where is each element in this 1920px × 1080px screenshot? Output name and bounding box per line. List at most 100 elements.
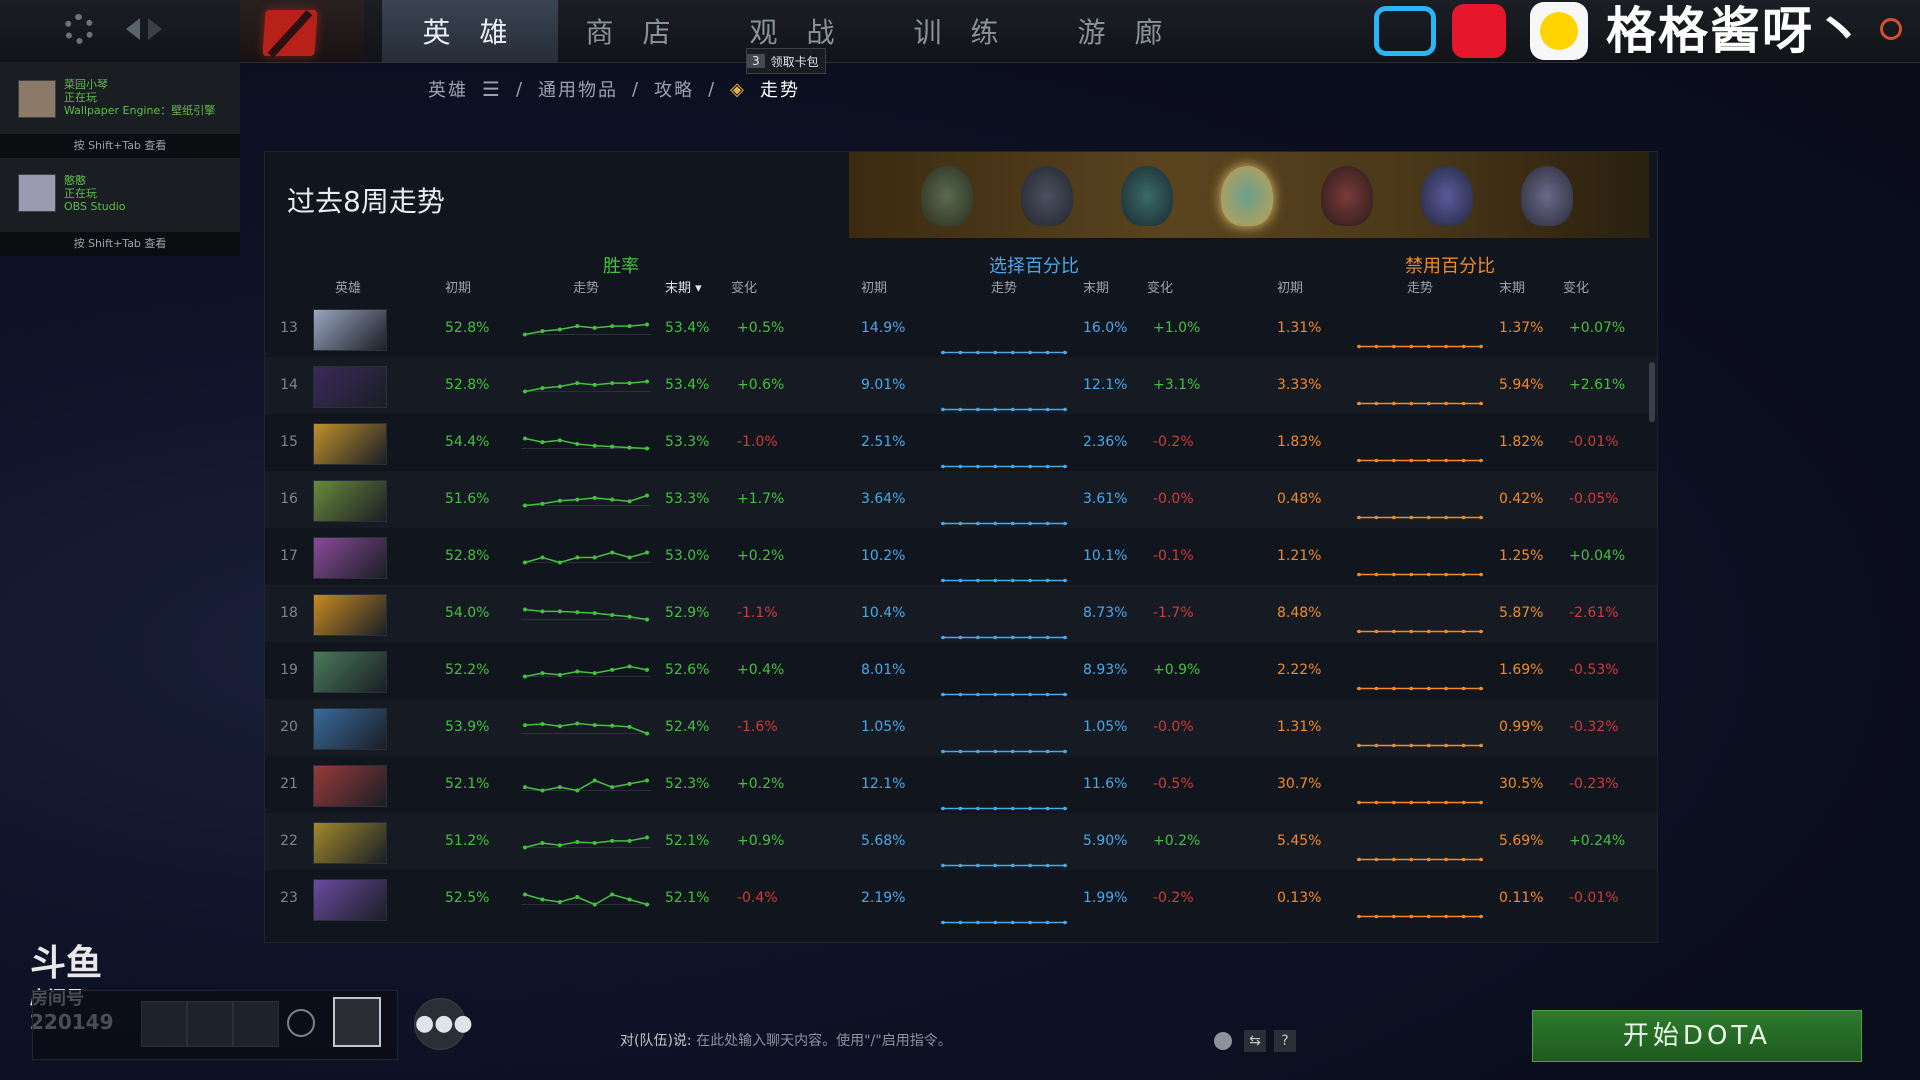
notification-badge[interactable]: 3 领取卡包 xyxy=(746,48,826,74)
column-pk-start[interactable]: 初期 xyxy=(861,277,887,296)
back-arrow-icon[interactable] xyxy=(126,18,140,40)
rank-filter-strip xyxy=(849,152,1649,238)
table-row[interactable]: 14 52.8% 53.4% +0.6% 9.01% 12.1% +3.1% 3.33% 5.9… xyxy=(265,357,1657,414)
column-pk-change[interactable]: 变化 xyxy=(1147,277,1173,296)
table-row[interactable]: 21 52.1% 52.3% +0.2% 12.1% 11.6% -0.5% 30.7% 30.… xyxy=(265,756,1657,813)
friend-entry[interactable]: 憨憨 正在玩 OBS Studio xyxy=(0,158,240,233)
sparkline-point xyxy=(1479,515,1483,520)
table-row[interactable]: 16 51.6% 53.3% +1.7% 3.64% 3.61% -0.0% 0.48% 0.4… xyxy=(265,471,1657,528)
pk-end-value: 5.90% xyxy=(1083,833,1128,849)
friend-status: 正在玩 xyxy=(64,187,97,200)
party-slot[interactable] xyxy=(141,1001,187,1047)
chat-input[interactable]: 对(队伍)说: 在此处输入聊天内容。使用"/"启用指令。 xyxy=(620,1030,952,1050)
pk-change-value: -0.0% xyxy=(1153,719,1194,735)
sparkline-point xyxy=(1409,857,1414,862)
settings-gear-icon[interactable] xyxy=(64,14,94,44)
tab-learn[interactable]: 训 练 xyxy=(880,0,1042,62)
sparkline-point xyxy=(575,381,580,386)
rank-guardian-icon[interactable] xyxy=(1021,166,1073,226)
column-wr-end-sorted[interactable]: 末期 ▾ xyxy=(665,277,702,296)
bn-end-value: 5.87% xyxy=(1499,605,1544,621)
column-bn-start[interactable]: 初期 xyxy=(1277,277,1303,296)
breadcrumb-heroes[interactable]: 英雄 xyxy=(428,76,468,102)
hero-portrait[interactable] xyxy=(313,822,387,864)
battle-pass-icon[interactable] xyxy=(333,997,381,1047)
avatar xyxy=(18,80,56,118)
sparkline-point xyxy=(993,692,998,697)
tab-store[interactable]: 商 店 xyxy=(552,0,714,62)
hero-portrait[interactable] xyxy=(313,879,387,921)
rank-divine-icon[interactable] xyxy=(1521,166,1573,226)
table-row[interactable]: 22 51.2% 52.1% +0.9% 5.68% 5.90% +0.2% 5.45% 5.6… xyxy=(265,813,1657,870)
sparkline-point xyxy=(523,607,527,612)
sparkline-point xyxy=(1028,749,1032,754)
hero-portrait[interactable] xyxy=(313,708,387,750)
chat-wheel-icon[interactable]: ●●● xyxy=(414,998,473,1050)
tab-heroes[interactable]: 英 雄 xyxy=(382,0,558,62)
headset-icon[interactable] xyxy=(287,1009,315,1037)
sparkline-point xyxy=(592,841,597,846)
sparkline-point xyxy=(610,838,615,843)
sparkline-point xyxy=(627,897,632,902)
trend-sparkline xyxy=(941,692,1067,697)
breadcrumb-guides[interactable]: 攻略 xyxy=(654,76,694,102)
sparkline-point xyxy=(1010,521,1015,526)
wr-change-value: +0.5% xyxy=(737,320,785,336)
hero-portrait[interactable] xyxy=(313,423,387,465)
table-row[interactable]: 18 54.0% 52.9% -1.1% 10.4% 8.73% -1.7% 8.48% 5.8… xyxy=(265,585,1657,642)
rank-archon-icon[interactable] xyxy=(1221,166,1273,226)
start-dota-button[interactable]: 开始DOTA xyxy=(1532,1010,1862,1062)
hero-portrait[interactable] xyxy=(313,480,387,522)
power-icon[interactable] xyxy=(1880,18,1902,40)
hero-portrait[interactable] xyxy=(313,309,387,351)
party-slot[interactable] xyxy=(233,1001,279,1047)
scrollbar-thumb[interactable] xyxy=(1649,362,1655,422)
rank-ancient-icon[interactable] xyxy=(1421,166,1473,226)
rank-legend-icon[interactable] xyxy=(1321,166,1373,226)
column-wr-start[interactable]: 初期 xyxy=(445,277,471,296)
sparkline-point xyxy=(1461,629,1466,634)
sparkline-point xyxy=(976,920,980,925)
pk-change-value: -0.1% xyxy=(1153,548,1194,564)
forward-arrow-icon[interactable] xyxy=(148,18,162,40)
sparkline-point xyxy=(523,845,527,850)
hero-portrait[interactable] xyxy=(313,537,387,579)
table-row[interactable]: 23 52.5% 52.1% -0.4% 2.19% 1.99% -0.2% 0.13% 0.1… xyxy=(265,870,1657,927)
table-row[interactable]: 20 53.9% 52.4% -1.6% 1.05% 1.05% -0.0% 1.31% 0.9… xyxy=(265,699,1657,756)
table-row[interactable]: 15 54.4% 53.3% -1.0% 2.51% 2.36% -0.2% 1.83% 1.8… xyxy=(265,414,1657,471)
hero-portrait[interactable] xyxy=(313,366,387,408)
emoji-icon[interactable] xyxy=(1214,1032,1232,1050)
wr-start-value: 53.9% xyxy=(445,719,490,735)
rank-herald-icon[interactable] xyxy=(921,166,973,226)
sparkline-point xyxy=(1479,800,1483,805)
table-row[interactable]: 17 52.8% 53.0% +0.2% 10.2% 10.1% -0.1% 1.21% 1.2… xyxy=(265,528,1657,585)
sparkline-point xyxy=(958,578,963,583)
sparkline-point xyxy=(958,350,963,355)
tab-arcade[interactable]: 游 廊 xyxy=(1044,0,1206,62)
breadcrumb-items[interactable]: 通用物品 xyxy=(538,76,618,102)
hero-portrait[interactable] xyxy=(313,594,387,636)
chat-channel-label: 对(队伍)说: xyxy=(620,1033,692,1049)
party-slot[interactable] xyxy=(187,1001,233,1047)
column-bn-change[interactable]: 变化 xyxy=(1563,277,1589,296)
hero-portrait[interactable] xyxy=(313,651,387,693)
sparkline-point xyxy=(1357,458,1361,463)
hero-portrait[interactable] xyxy=(313,765,387,807)
chat-settings-icon[interactable]: ⇆ xyxy=(1244,1030,1266,1052)
column-bn-end[interactable]: 末期 xyxy=(1499,277,1525,296)
help-icon[interactable]: ? xyxy=(1274,1030,1296,1052)
sparkline-point xyxy=(958,464,963,469)
column-pk-end[interactable]: 末期 xyxy=(1083,277,1109,296)
column-wr-change[interactable]: 变化 xyxy=(731,277,757,296)
menu-lines-icon[interactable]: ☰ xyxy=(482,77,502,101)
sparkline-point xyxy=(540,671,545,676)
table-row[interactable]: 19 52.2% 52.6% +0.4% 8.01% 8.93% +0.9% 2.22% 1.6… xyxy=(265,642,1657,699)
rank-crusader-icon[interactable] xyxy=(1121,166,1173,226)
sparkline-point xyxy=(976,350,980,355)
breadcrumb-trends[interactable]: 走势 xyxy=(760,76,800,102)
sparkline-point xyxy=(592,723,597,728)
table-row[interactable]: 13 52.8% 53.4% +0.5% 14.9% 16.0% +1.0% 1.31% 1.3… xyxy=(265,300,1657,357)
winrate-group-header: 胜率 xyxy=(603,256,639,277)
column-hero[interactable]: 英雄 xyxy=(335,277,361,296)
pk-end-value: 12.1% xyxy=(1083,377,1128,393)
